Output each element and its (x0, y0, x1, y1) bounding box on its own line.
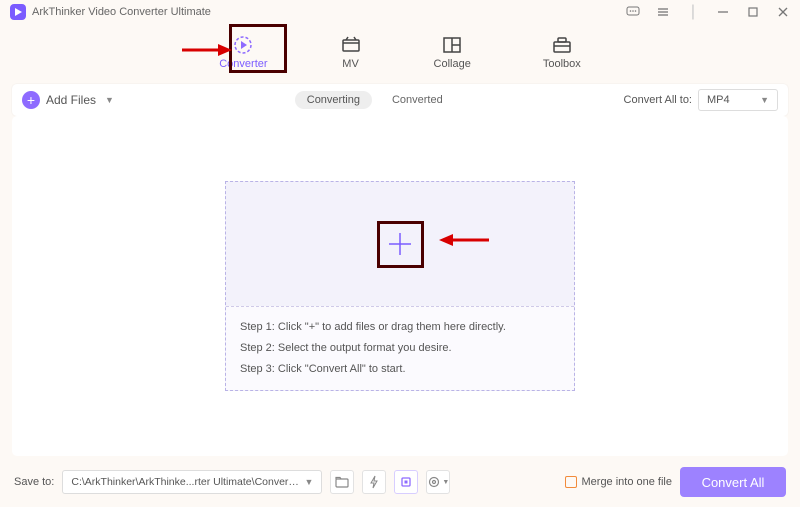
add-files-button[interactable]: + Add Files ▼ (22, 91, 114, 109)
step-3: Step 3: Click "Convert All" to start. (240, 359, 560, 380)
menu-icon[interactable] (656, 5, 670, 19)
feedback-icon[interactable] (626, 5, 640, 19)
tab-converted[interactable]: Converted (392, 94, 443, 106)
settings-button[interactable]: ▼ (426, 470, 450, 494)
add-file-plus-button[interactable] (377, 221, 424, 268)
titlebar: ArkThinker Video Converter Ultimate | (0, 0, 800, 24)
convert-all-button[interactable]: Convert All (680, 467, 786, 497)
nav-converter[interactable]: Converter (209, 30, 277, 74)
top-nav: Converter MV Collage Toolbox (0, 24, 800, 84)
divider: | (686, 5, 700, 19)
bottom-bar: Save to: C:\ArkThinker\ArkThinke...rter … (0, 457, 800, 507)
window-controls: | (626, 5, 790, 19)
chevron-down-icon: ▼ (760, 95, 769, 105)
app-logo (10, 4, 26, 20)
high-speed-button[interactable] (394, 470, 418, 494)
button-label: Convert All (702, 475, 765, 490)
instruction-steps: Step 1: Click "+" to add files or drag t… (226, 306, 574, 390)
hw-accel-button[interactable] (362, 470, 386, 494)
gear-icon (427, 475, 441, 489)
collage-icon (441, 34, 463, 56)
nav-label: MV (342, 58, 359, 70)
lightning-icon (367, 475, 381, 489)
merge-label: Merge into one file (582, 476, 673, 488)
app-title: ArkThinker Video Converter Ultimate (32, 6, 626, 18)
open-folder-button[interactable] (330, 470, 354, 494)
tab-label: Converted (392, 94, 443, 106)
nav-mv[interactable]: MV (330, 30, 372, 74)
chevron-down-icon: ▼ (105, 95, 114, 105)
mv-icon (340, 34, 362, 56)
convert-all-to-label: Convert All to: (624, 94, 692, 106)
maximize-icon[interactable] (746, 5, 760, 19)
nav-label: Collage (434, 58, 471, 70)
tab-label: Converting (307, 94, 360, 106)
step-2: Step 2: Select the output format you des… (240, 338, 560, 359)
close-icon[interactable] (776, 5, 790, 19)
nav-label: Converter (219, 58, 267, 70)
folder-icon (335, 475, 349, 489)
toolbar: + Add Files ▼ Converting Converted Conve… (12, 84, 788, 116)
save-to-label: Save to: (14, 476, 54, 488)
toolbox-icon (551, 34, 573, 56)
output-format-select[interactable]: MP4 ▼ (698, 89, 778, 111)
tab-converting[interactable]: Converting (295, 91, 372, 109)
format-value: MP4 (707, 94, 730, 106)
step-1: Step 1: Click "+" to add files or drag t… (240, 317, 560, 338)
plus-icon: + (22, 91, 40, 109)
save-path-value: C:\ArkThinker\ArkThinke...rter Ultimate\… (71, 476, 301, 488)
converter-icon (232, 34, 254, 56)
chevron-down-icon: ▼ (304, 477, 313, 487)
nav-toolbox[interactable]: Toolbox (533, 30, 591, 74)
main-panel: Step 1: Click "+" to add files or drag t… (12, 116, 788, 456)
minimize-icon[interactable] (716, 5, 730, 19)
add-files-label: Add Files (46, 93, 96, 107)
annotation-arrow-to-plus (439, 232, 489, 248)
drop-zone[interactable]: Step 1: Click "+" to add files or drag t… (225, 181, 575, 391)
nav-label: Toolbox (543, 58, 581, 70)
chevron-down-icon: ▼ (442, 479, 449, 486)
drop-top (226, 182, 574, 306)
merge-checkbox[interactable]: Merge into one file (565, 476, 673, 488)
checkbox-icon (565, 476, 577, 488)
save-path-select[interactable]: C:\ArkThinker\ArkThinke...rter Ultimate\… (62, 470, 322, 494)
chip-icon (399, 475, 413, 489)
nav-collage[interactable]: Collage (424, 30, 481, 74)
